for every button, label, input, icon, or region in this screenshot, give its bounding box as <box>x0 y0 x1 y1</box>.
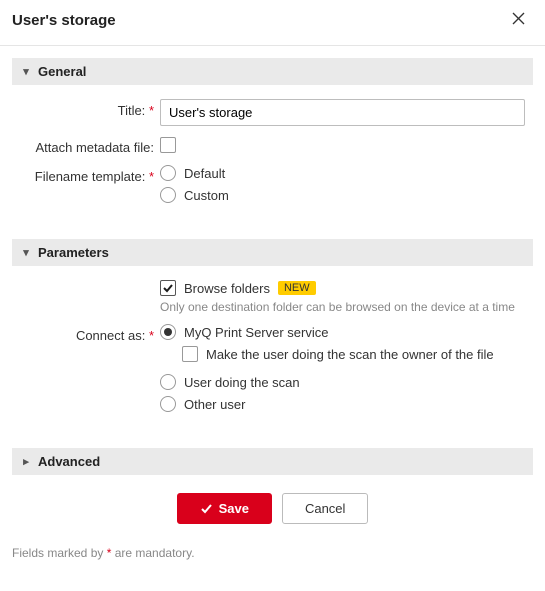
section-label: General <box>38 64 86 79</box>
connect-user-scan-radio[interactable] <box>160 374 176 390</box>
browse-folders-hint: Only one destination folder can be brows… <box>160 300 525 314</box>
mandatory-note: Fields marked by * are mandatory. <box>0 546 545 572</box>
save-button-label: Save <box>219 501 249 516</box>
dialog-title: User's storage <box>12 12 116 29</box>
check-icon <box>200 502 213 515</box>
row-attach-metadata: Attach metadata file: <box>20 136 525 155</box>
make-owner-label: Make the user doing the scan the owner o… <box>206 347 494 362</box>
make-owner-checkbox[interactable] <box>182 346 198 362</box>
connect-service-label: MyQ Print Server service <box>184 325 328 340</box>
connect-other-user-label: Other user <box>184 397 245 412</box>
section-body-general: Title: * Attach metadata file: Filename … <box>12 85 533 229</box>
dialog-header: User's storage <box>0 0 545 46</box>
filename-default-label: Default <box>184 166 225 181</box>
label-title: Title: * <box>20 99 160 118</box>
save-button[interactable]: Save <box>177 493 272 524</box>
attach-metadata-checkbox[interactable] <box>160 137 176 153</box>
row-connect-as: Connect as: * MyQ Print Server service M… <box>20 324 525 418</box>
dialog-content: ▾ General Title: * Attach metadata file: <box>0 46 545 546</box>
browse-folders-label: Browse folders <box>184 281 270 296</box>
section-header-general[interactable]: ▾ General <box>12 58 533 85</box>
chevron-down-icon: ▾ <box>20 246 32 259</box>
section-label: Advanced <box>38 454 100 469</box>
connect-user-scan-label: User doing the scan <box>184 375 300 390</box>
section-body-parameters: Browse folders NEW Only one destination … <box>12 266 533 438</box>
connect-service-radio[interactable] <box>160 324 176 340</box>
chevron-down-icon: ▾ <box>20 65 32 78</box>
connect-other-user-radio[interactable] <box>160 396 176 412</box>
row-filename-template: Filename template: * Default Custom <box>20 165 525 209</box>
storage-dialog: User's storage ▾ General Title: * Attach… <box>0 0 545 572</box>
new-badge: NEW <box>278 281 316 295</box>
row-title: Title: * <box>20 99 525 126</box>
label-filename-template: Filename template: * <box>20 165 160 184</box>
label-connect-as: Connect as: * <box>20 324 160 343</box>
filename-custom-label: Custom <box>184 188 229 203</box>
browse-folders-checkbox[interactable] <box>160 280 176 296</box>
section-label: Parameters <box>38 245 109 260</box>
label-attach-metadata: Attach metadata file: <box>20 136 160 155</box>
dialog-footer: Save Cancel <box>12 475 533 538</box>
close-icon <box>512 12 525 25</box>
close-button[interactable] <box>508 10 529 31</box>
row-browse-folders: Browse folders NEW Only one destination … <box>20 280 525 314</box>
filename-default-radio[interactable] <box>160 165 176 181</box>
cancel-button-label: Cancel <box>305 501 345 516</box>
cancel-button[interactable]: Cancel <box>282 493 368 524</box>
filename-custom-radio[interactable] <box>160 187 176 203</box>
section-header-advanced[interactable]: ▸ Advanced <box>12 448 533 475</box>
chevron-right-icon: ▸ <box>20 455 32 468</box>
title-input[interactable] <box>160 99 525 126</box>
section-header-parameters[interactable]: ▾ Parameters <box>12 239 533 266</box>
